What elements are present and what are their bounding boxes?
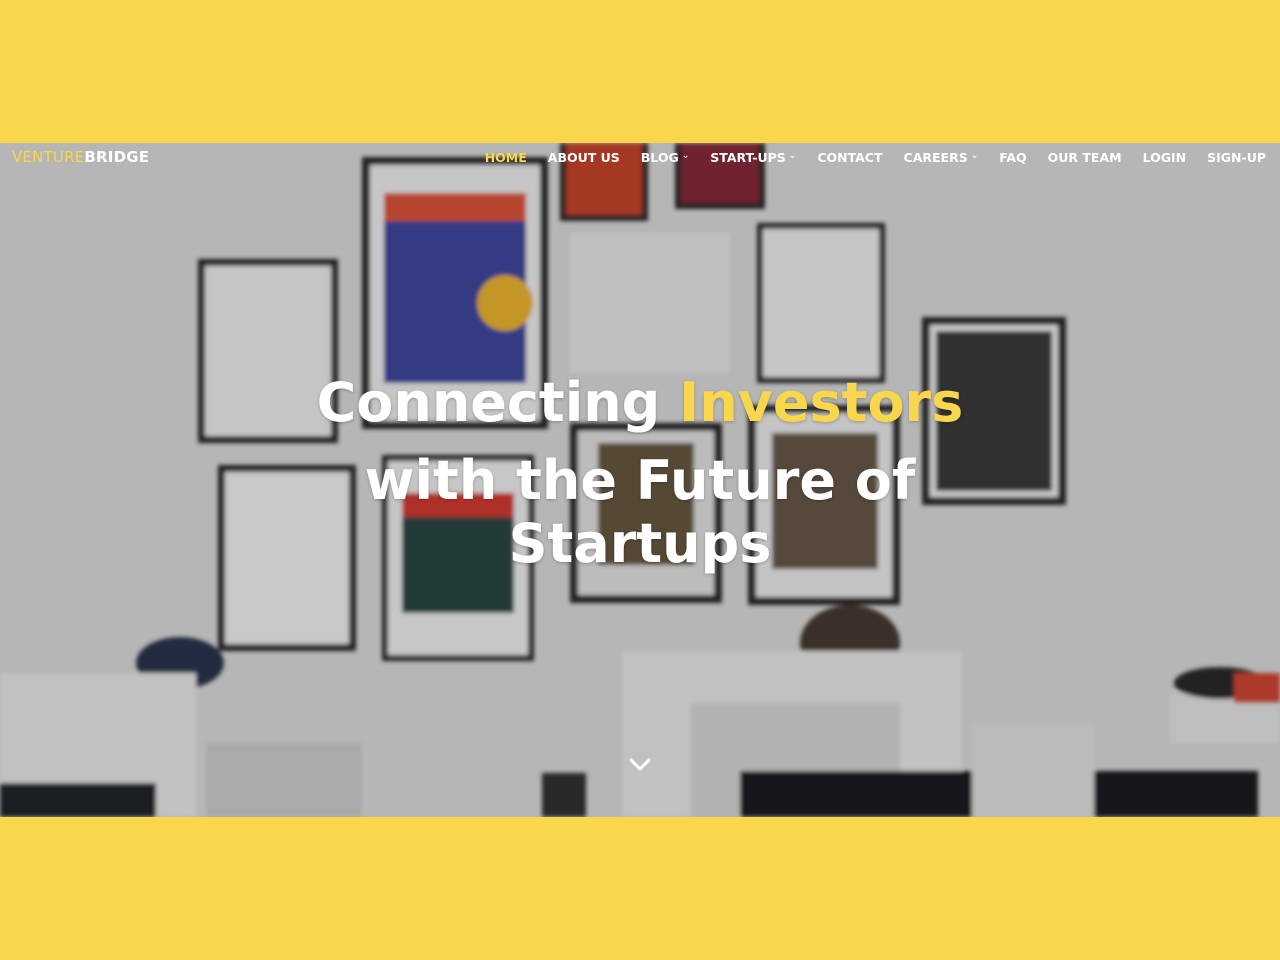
nav-item-faq[interactable]: FAQ (999, 150, 1026, 165)
nav-item-start-ups[interactable]: START-UPS ⌄ (710, 150, 796, 165)
hero-headline-line3: Startups (508, 512, 772, 575)
nav-item-careers[interactable]: CAREERS ⌄ (904, 150, 979, 165)
nav-menu: HOME ABOUT US BLOG ⌄ START-UPS ⌄ CONTACT… (464, 150, 1266, 165)
brand-logo[interactable]: VENTUREBRIDGE (12, 148, 149, 166)
nav-item-contact[interactable]: CONTACT (817, 150, 882, 165)
nav-item-label: HOME (484, 149, 527, 165)
chevron-down-icon (629, 758, 651, 771)
brand-logo-part2: BRIDGE (84, 148, 150, 166)
hero-section: VENTUREBRIDGE HOME ABOUT US BLOG ⌄ START… (0, 143, 1280, 817)
nav-item-sign-up[interactable]: SIGN-UP (1207, 150, 1266, 165)
nav-item-label: LOGIN (1142, 149, 1187, 165)
nav-item-home[interactable]: HOME (485, 150, 527, 165)
nav-item-login[interactable]: LOGIN (1143, 150, 1187, 165)
nav-item-label: CONTACT (817, 149, 883, 165)
nav-item-blog[interactable]: BLOG ⌄ (641, 150, 689, 165)
chevron-down-icon: ⌄ (681, 151, 690, 161)
hero-headline-line1: Connecting Investors (0, 376, 1280, 430)
nav-item-label: START-UPS (710, 149, 786, 165)
nav-item-our-team[interactable]: OUR TEAM (1048, 150, 1122, 165)
brand-logo-part1: VENTURE (12, 148, 85, 166)
nav-item-about-us[interactable]: ABOUT US (548, 150, 620, 165)
nav-item-label: BLOG (640, 149, 679, 165)
nav-item-label: SIGN-UP (1207, 149, 1266, 165)
chevron-down-icon: ⌄ (970, 151, 979, 161)
scroll-down-button[interactable] (624, 753, 656, 777)
navbar: VENTUREBRIDGE HOME ABOUT US BLOG ⌄ START… (0, 143, 1280, 171)
hero-headline-line2: with the Future of (364, 449, 916, 512)
nav-item-label: OUR TEAM (1047, 149, 1122, 165)
hero-headline-white: Connecting (316, 371, 680, 434)
nav-item-label: CAREERS (903, 149, 968, 165)
hero-headline-highlight: Investors (679, 371, 964, 434)
nav-item-label: ABOUT US (547, 149, 620, 165)
chevron-down-icon: ⌄ (788, 151, 797, 161)
nav-item-label: FAQ (999, 149, 1027, 165)
